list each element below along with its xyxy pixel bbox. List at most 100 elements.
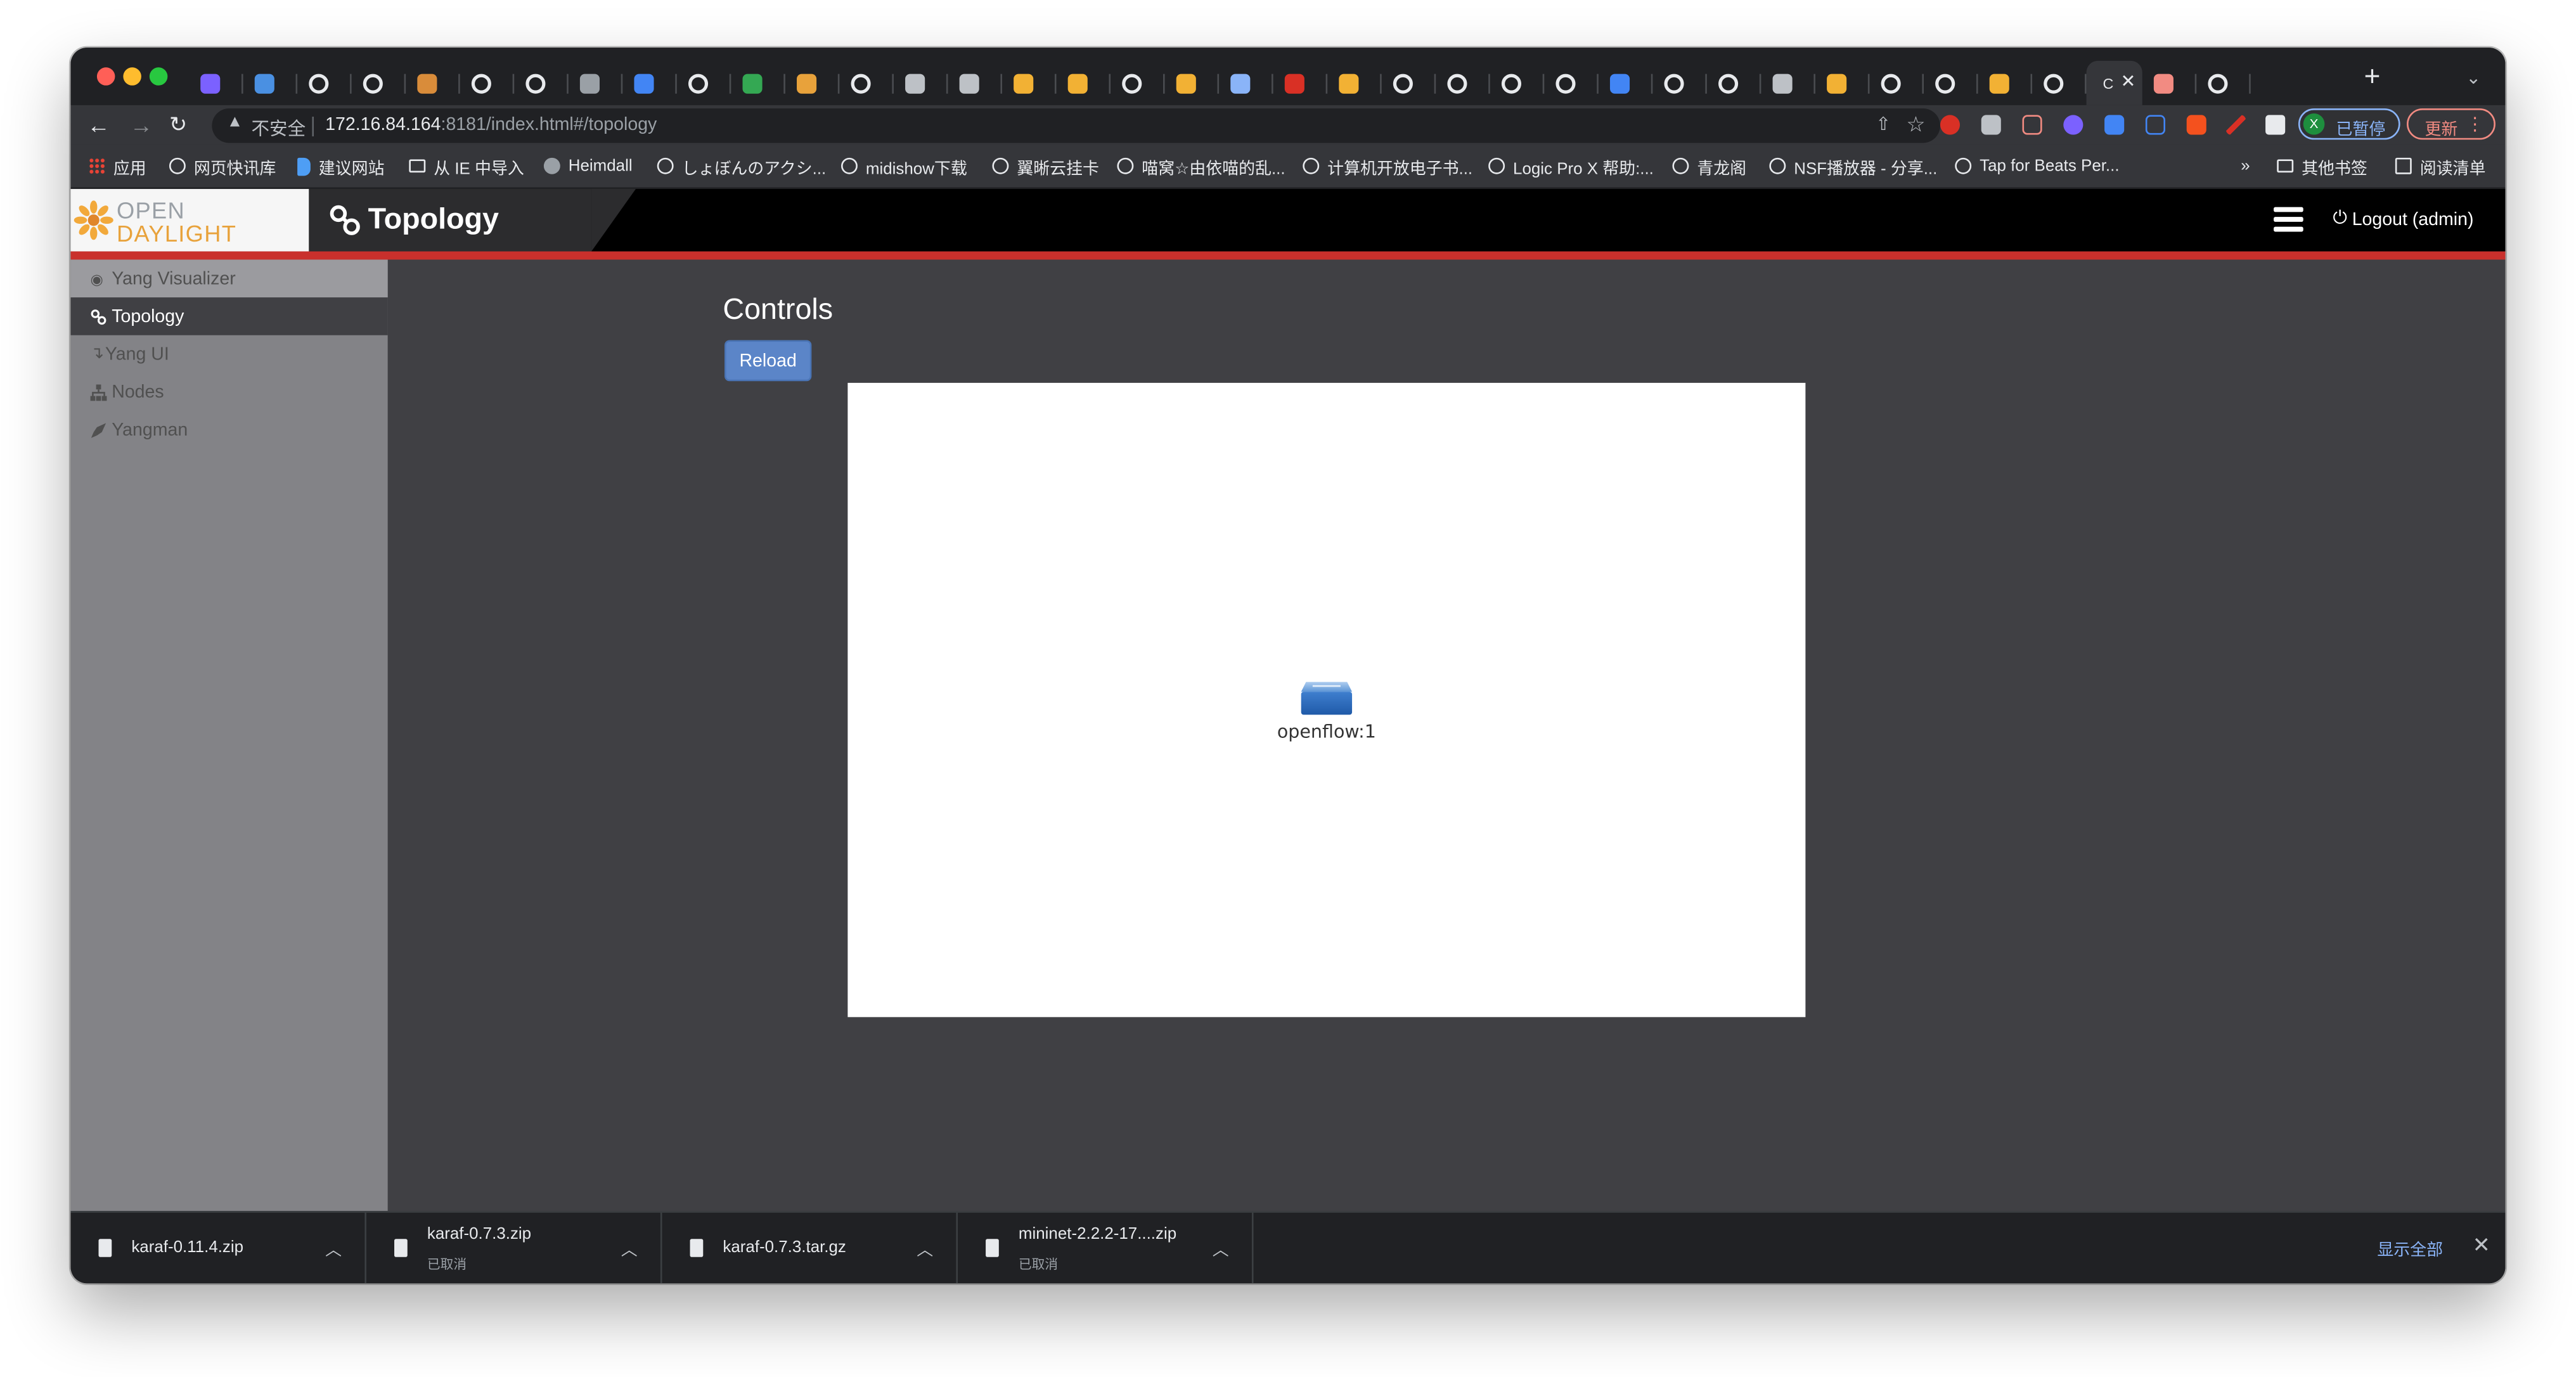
- sidebar-item-nodes[interactable]: Nodes: [70, 373, 387, 411]
- browser-tab[interactable]: [1869, 61, 1924, 105]
- browser-tab[interactable]: [731, 61, 785, 105]
- bookmark-item[interactable]: 建议网站: [297, 155, 384, 178]
- sidebar-item-yang-ui[interactable]: ↴ Yang UI: [70, 335, 387, 373]
- bookmark-item[interactable]: 从 IE 中导入: [409, 155, 524, 178]
- show-all-downloads-link[interactable]: 显示全部: [2377, 1236, 2443, 1260]
- active-browser-tab[interactable]: C ✕: [2086, 60, 2142, 105]
- bookmark-item[interactable]: 计算机开放电子书...: [1303, 155, 1472, 178]
- sidebar-item-topology[interactable]: Topology: [70, 297, 388, 335]
- reload-page-icon[interactable]: ↻: [169, 112, 187, 138]
- download-item[interactable]: karaf-0.7.3.zip 已取消 ︿: [366, 1212, 662, 1284]
- browser-tab[interactable]: [1002, 61, 1057, 105]
- close-tab-icon[interactable]: ✕: [2120, 70, 2135, 92]
- other-bookmarks-folder[interactable]: 其他书签: [2277, 155, 2367, 178]
- logout-button[interactable]: ⏻ Logout (admin): [2333, 209, 2473, 230]
- extension-mask-icon[interactable]: [1981, 115, 2001, 135]
- tab-search-chevron-icon[interactable]: ⌄: [2466, 67, 2481, 89]
- bookmark-item[interactable]: 网页快讯库: [169, 155, 276, 178]
- bookmark-item[interactable]: Tap for Beats Per...: [1955, 155, 2120, 178]
- chevron-up-icon[interactable]: ︿: [1213, 1236, 1229, 1260]
- browser-tab[interactable]: [1707, 61, 1761, 105]
- forward-arrow-icon[interactable]: →: [130, 112, 153, 138]
- extension-crop-icon[interactable]: [2145, 115, 2165, 135]
- bookmark-item[interactable]: 翼晰云挂卡: [992, 155, 1099, 178]
- browser-tab[interactable]: [406, 61, 460, 105]
- browser-tab[interactable]: [1327, 61, 1382, 105]
- opendaylight-logo[interactable]: OPEN DAYLIGHT: [70, 189, 309, 252]
- browser-tab[interactable]: [1599, 61, 1653, 105]
- extensions-puzzle-icon[interactable]: [2265, 115, 2286, 135]
- browser-tab[interactable]: [1057, 61, 1111, 105]
- extension-badge-icon[interactable]: [2063, 115, 2083, 135]
- close-downloads-icon[interactable]: ✕: [2473, 1232, 2490, 1258]
- download-item[interactable]: mininet-2.2.2-17....zip 已取消 ︿: [958, 1212, 1254, 1284]
- bookmark-item[interactable]: NSF播放器 - 分享...: [1769, 155, 1937, 178]
- browser-tab[interactable]: [1273, 61, 1328, 105]
- browser-tab[interactable]: [1815, 61, 1870, 105]
- browser-tab[interactable]: [1111, 61, 1165, 105]
- browser-tab[interactable]: [243, 61, 298, 105]
- address-bar[interactable]: ▲ 不安全 172.16.84.164:8181/index.html#/top…: [212, 108, 1940, 143]
- extension-cat-icon[interactable]: [2022, 115, 2042, 135]
- browser-tab[interactable]: [839, 61, 894, 105]
- openflow-switch-node-icon[interactable]: [1299, 678, 1354, 718]
- update-button[interactable]: 更新 ⋮: [2406, 108, 2496, 140]
- browser-tab[interactable]: [1978, 61, 2033, 105]
- bookmark-item[interactable]: Heimdall: [543, 155, 633, 178]
- browser-tab[interactable]: [1436, 61, 1490, 105]
- url-text[interactable]: 172.16.84.164:8181/index.html#/topology: [325, 115, 657, 134]
- chevron-up-icon[interactable]: ︿: [325, 1236, 342, 1260]
- browser-tab[interactable]: [297, 61, 352, 105]
- browser-tab[interactable]: [894, 61, 948, 105]
- browser-tab[interactable]: [1219, 61, 1273, 105]
- browser-tab[interactable]: [785, 61, 840, 105]
- profile-button[interactable]: X 已暂停: [2298, 108, 2400, 140]
- download-item[interactable]: karaf-0.7.3.tar.gz ︿: [662, 1212, 958, 1284]
- browser-tab[interactable]: [1490, 61, 1545, 105]
- bookmark-star-icon[interactable]: ☆: [1906, 112, 1925, 138]
- browser-tab[interactable]: [1165, 61, 1220, 105]
- browser-tab[interactable]: [189, 61, 243, 105]
- sidebar-item-yangman[interactable]: Yangman: [70, 411, 387, 449]
- bookmark-item[interactable]: しょぼんのアクシ...: [657, 155, 826, 178]
- browser-tab[interactable]: [1652, 61, 1707, 105]
- browser-tab[interactable]: [1382, 61, 1436, 105]
- browser-tab[interactable]: [677, 61, 731, 105]
- bitwarden-shield-icon[interactable]: [2104, 115, 2125, 135]
- bookmark-item[interactable]: midishow下载: [841, 155, 967, 178]
- extension-pen-icon[interactable]: [2225, 115, 2246, 135]
- bookmarks-overflow-button[interactable]: »: [2241, 155, 2250, 178]
- minimize-window-button[interactable]: [123, 67, 141, 86]
- browser-tab[interactable]: [514, 61, 569, 105]
- bookmark-item[interactable]: Logic Pro X 帮助:...: [1488, 155, 1654, 178]
- extension-orange-icon[interactable]: [2186, 115, 2206, 135]
- bookmark-item[interactable]: 青龙阁: [1672, 155, 1746, 178]
- topology-canvas[interactable]: openflow:1: [847, 382, 1806, 1018]
- browser-tab[interactable]: [1761, 61, 1815, 105]
- menu-hamburger-icon[interactable]: [2274, 207, 2303, 233]
- browser-tab[interactable]: [1924, 61, 1978, 105]
- bookmark-item[interactable]: 喵窝☆由依喵的乱...: [1117, 155, 1285, 178]
- browser-tab[interactable]: [1544, 61, 1599, 105]
- reload-button[interactable]: Reload: [724, 340, 812, 382]
- browser-tab[interactable]: [460, 61, 515, 105]
- browser-tab[interactable]: [569, 61, 623, 105]
- sidebar-item-yang-visualizer[interactable]: ◉ Yang Visualizer: [70, 259, 388, 298]
- download-item[interactable]: karaf-0.11.4.zip ︿: [70, 1212, 366, 1284]
- browser-tab[interactable]: [2032, 61, 2087, 105]
- browser-tab[interactable]: [352, 61, 406, 105]
- adblock-plus-icon[interactable]: [1940, 115, 1961, 135]
- browser-tab[interactable]: [622, 61, 677, 105]
- reading-list-button[interactable]: 阅读清单: [2395, 155, 2485, 178]
- zoom-window-button[interactable]: [149, 67, 168, 86]
- close-window-button[interactable]: [96, 67, 115, 86]
- new-tab-button[interactable]: +: [2364, 62, 2381, 90]
- browser-tab[interactable]: [2142, 61, 2197, 105]
- share-icon[interactable]: ⇧: [1876, 113, 1891, 134]
- browser-tab[interactable]: [948, 61, 1002, 105]
- chevron-up-icon[interactable]: ︿: [917, 1236, 933, 1260]
- back-arrow-icon[interactable]: ←: [87, 112, 110, 138]
- browser-tab[interactable]: [2196, 61, 2251, 105]
- chevron-up-icon[interactable]: ︿: [621, 1236, 638, 1260]
- bookmark-apps[interactable]: 应用: [88, 155, 146, 178]
